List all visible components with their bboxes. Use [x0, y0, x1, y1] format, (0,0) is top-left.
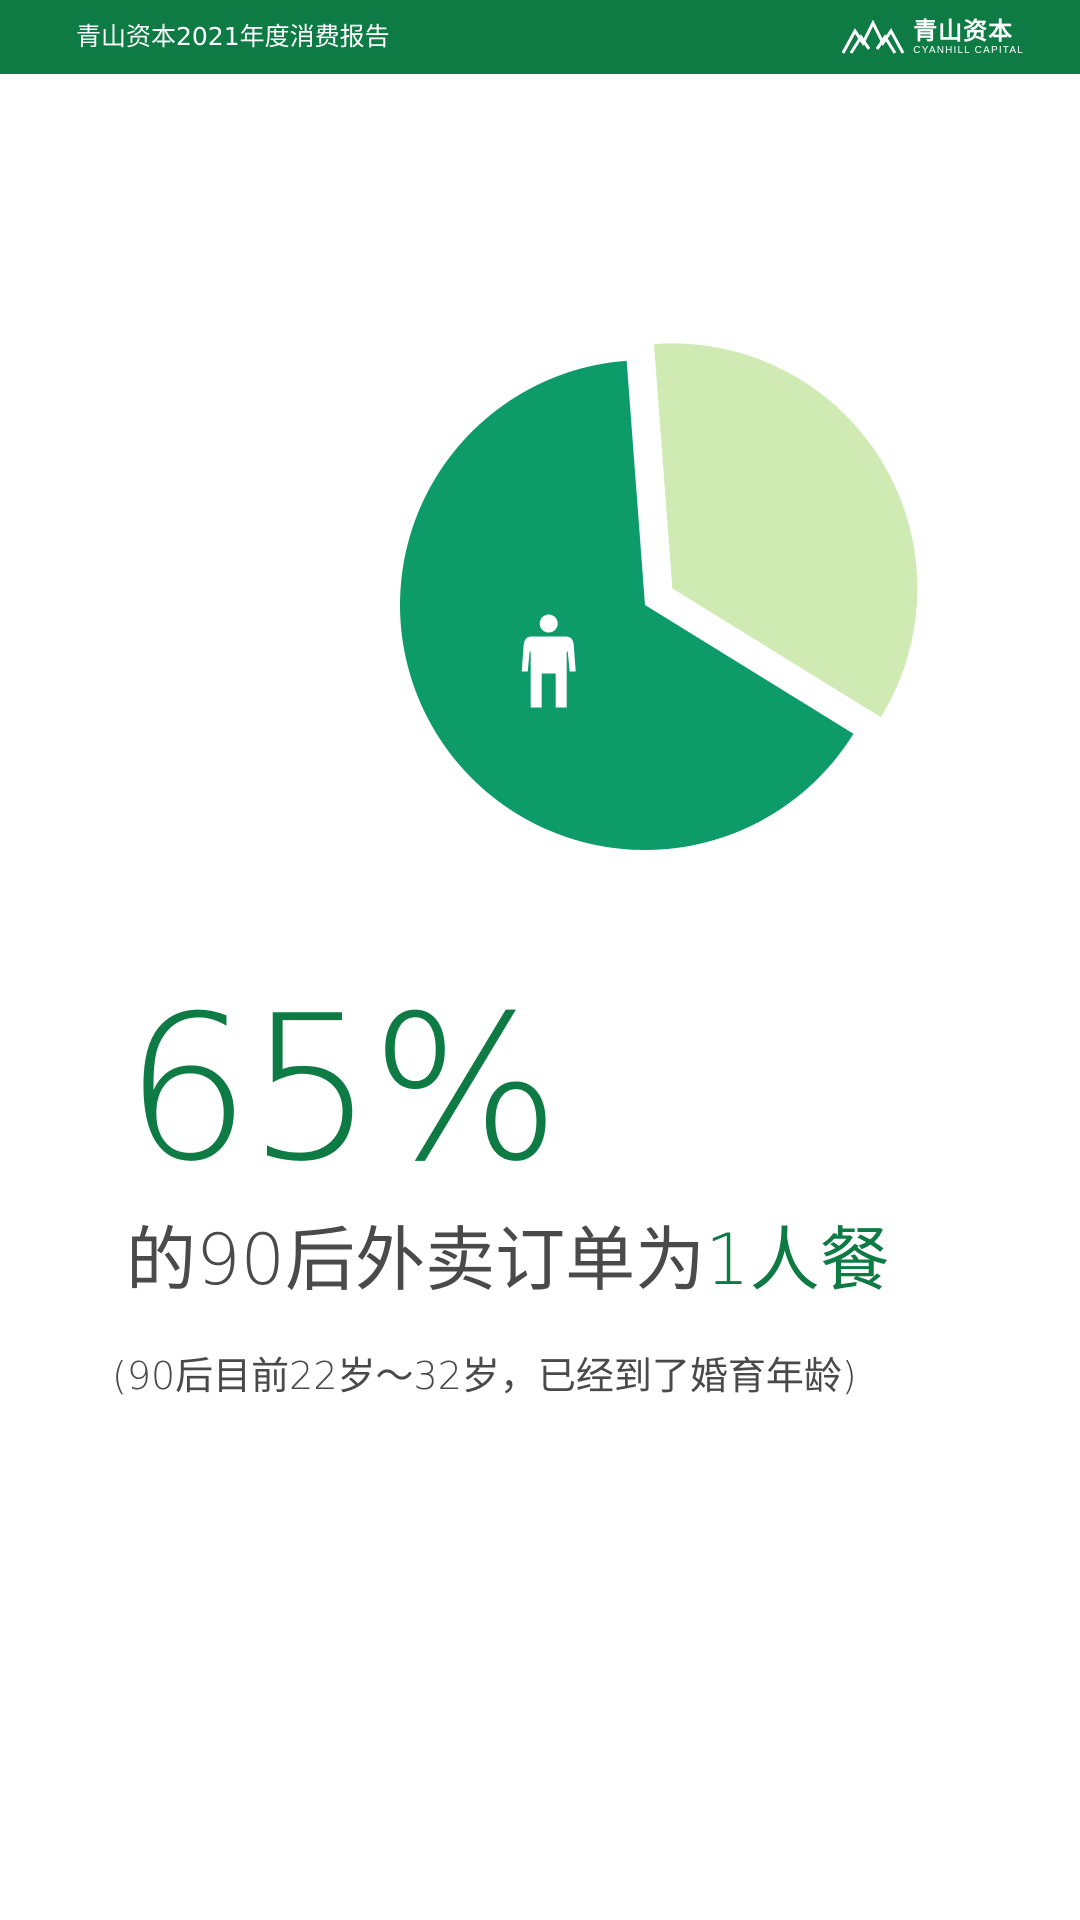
logo-english-name: CYANHILL CAPITAL	[913, 45, 1024, 56]
stat-percentage: 65%	[124, 973, 561, 1206]
stat-note: (90后目前22岁～32岁，已经到了婚育年龄)	[112, 1354, 857, 1398]
stat-headline-accent: 1人餐	[705, 1219, 890, 1301]
header-bar: 青山资本2021年度消费报告 青山资本 CYANHILL CAPITAL	[0, 0, 1080, 74]
report-title: 青山资本2021年度消费报告	[76, 22, 390, 51]
mountain-logo-icon	[841, 19, 905, 54]
brand-logo: 青山资本 CYANHILL CAPITAL	[841, 14, 1024, 60]
logo-chinese-name: 青山资本	[913, 17, 1014, 45]
stat-headline-text: 的90后外卖订单为	[126, 1219, 706, 1301]
stat-headline: 的90后外卖订单为1人餐	[126, 1220, 890, 1300]
pie-chart	[399, 343, 918, 850]
logo-text: 青山资本 CYANHILL CAPITAL	[913, 17, 1024, 57]
